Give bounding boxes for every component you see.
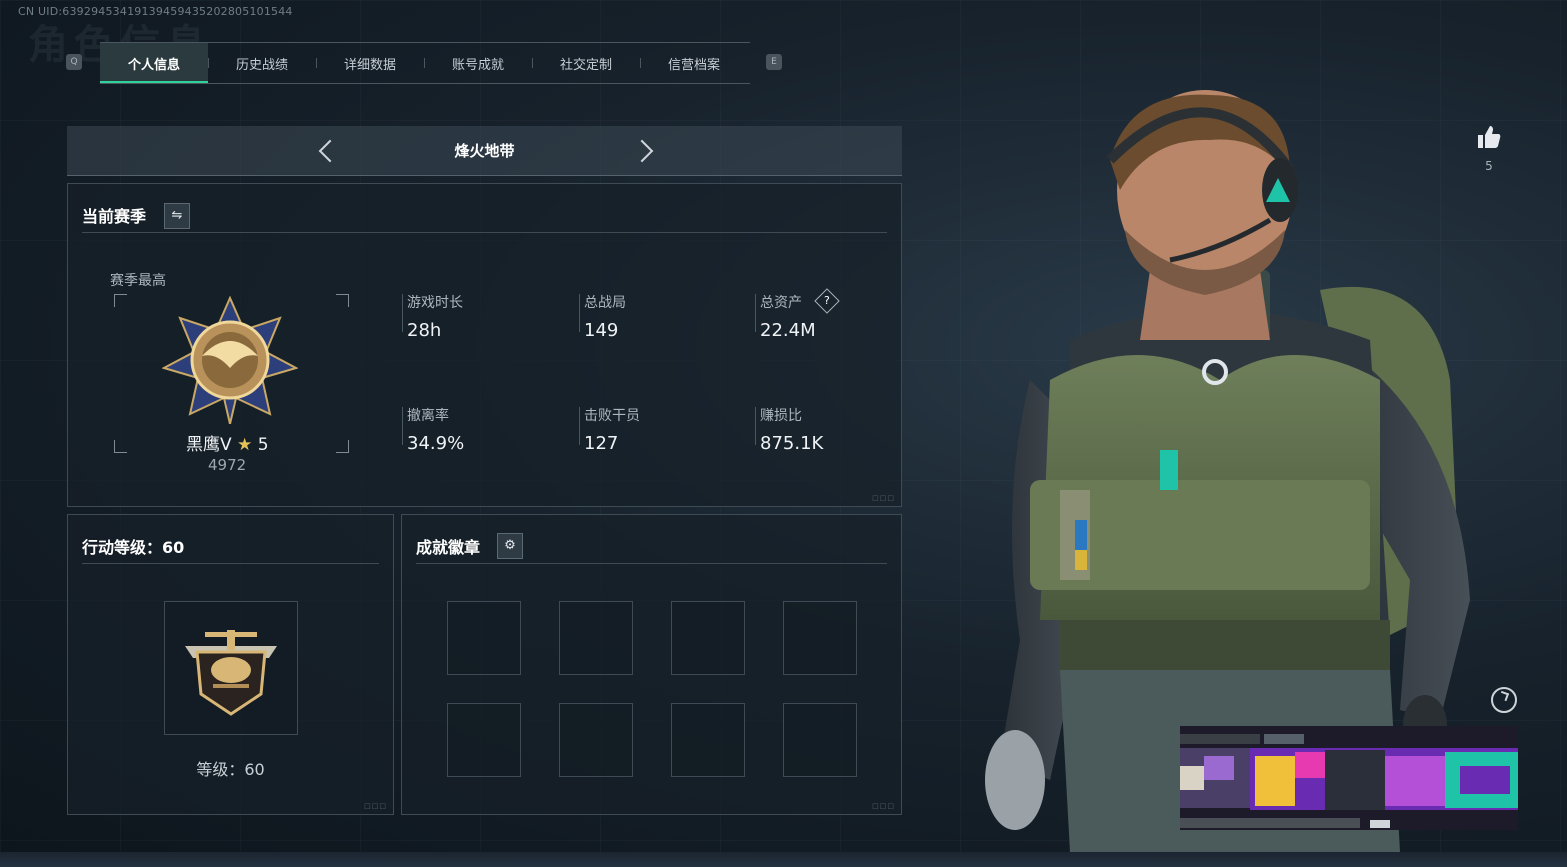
divider [416,563,887,564]
star-icon: ★ [237,435,253,455]
tab-prev-key-hint[interactable]: Q [66,54,82,70]
stat-value-extraction-rate: 34.9% [407,433,465,454]
divider [755,407,756,445]
level-text: 等级：60 [196,760,265,779]
achievement-panel: 成就徽章 ⚙ □□□ [401,514,902,815]
divider [755,294,756,332]
rank-line: 黑鹰V ★ 5 [186,430,269,455]
rank-name: 黑鹰V [186,435,232,455]
divider [82,563,379,564]
divider [579,294,580,332]
achievement-settings-gear-icon[interactable]: ⚙ [497,533,523,559]
helicopter-badge-icon [185,630,277,716]
divider [82,232,887,233]
help-icon[interactable]: ? [814,288,840,314]
badge-slot[interactable] [783,601,857,675]
stat-value-play-time: 28h [407,320,442,341]
stat-value-total-assets: 22.4M [760,320,816,341]
frame-corner [114,294,127,307]
tab-camp-archive[interactable]: 信营档案 [640,43,748,83]
stat-label-play-time: 游戏时长 [407,295,463,311]
stat-label-operators-defeated: 击败干员 [584,408,640,424]
divider [579,407,580,445]
stat-label-extraction-rate: 撤离率 [407,408,449,424]
season-switch-button[interactable]: ⇋ [164,203,190,229]
frame-corner [336,440,349,453]
uid-text: CN UID:6392945341913945943520​2805101544 [18,5,293,18]
level-badge-frame [164,601,298,735]
bottom-bar [0,852,1567,867]
corner-decoration: □□□ [364,802,387,810]
thumbs-up-icon[interactable] [1476,124,1502,150]
stat-label-profit-loss-ratio: 赚损比 [760,408,802,424]
tab-account-achievements[interactable]: 账号成就 [424,43,532,83]
rank-stars: 5 [257,435,269,455]
badge-slot[interactable] [671,703,745,777]
stat-value-total-matches: 149 [584,320,619,341]
corner-decoration: □□□ [872,802,895,810]
tab-detailed-data[interactable]: 详细数据 [316,43,424,83]
stat-label-total-assets: 总资产 [760,295,802,311]
tab-match-history[interactable]: 历史战绩 [208,43,316,83]
badge-slot[interactable] [447,601,521,675]
like-count: 5 [1485,159,1493,173]
tab-bar: 个人信息 历史战绩 详细数据 账号成就 社交定制 信营档案 [100,42,750,84]
season-panel: 当前赛季 ⇋ 赛季最高 V 黑鹰V ★ 5 4972 游戏时长 28h 总战局 … [67,183,902,507]
level-panel: 行动等级：60 等级：60 □□□ [67,514,394,815]
divider [402,294,403,332]
mode-title: 烽火地带 [454,142,515,160]
mode-selector: 烽火地带 [67,126,902,176]
tab-social-customization[interactable]: 社交定制 [532,43,640,83]
corner-decoration: □□□ [872,494,895,502]
stat-value-operators-defeated: 127 [584,433,619,454]
tab-next-key-hint[interactable]: E [766,54,782,70]
badge-slot[interactable] [559,601,633,675]
badge-slot[interactable] [559,703,633,777]
divider [402,407,403,445]
badge-slot[interactable] [783,703,857,777]
badge-slot[interactable] [671,601,745,675]
refresh-icon[interactable] [1491,687,1517,713]
level-panel-title: 行动等级：60 [82,538,185,557]
frame-corner [336,294,349,307]
rank-badge-icon: V [162,296,298,424]
name-card-banner[interactable] [1180,726,1518,830]
season-high-label: 赛季最高 [110,273,166,289]
season-panel-title: 当前赛季 [82,207,147,226]
achievement-panel-title: 成就徽章 [416,538,481,557]
stat-value-profit-loss-ratio: 875.1K [760,433,824,454]
tab-personal-info[interactable]: 个人信息 [100,43,208,83]
stat-label-total-matches: 总战局 [584,295,626,311]
badge-slot[interactable] [447,703,521,777]
rank-points: 4972 [208,456,247,474]
svg-text:V: V [226,401,235,415]
frame-corner [114,440,127,453]
